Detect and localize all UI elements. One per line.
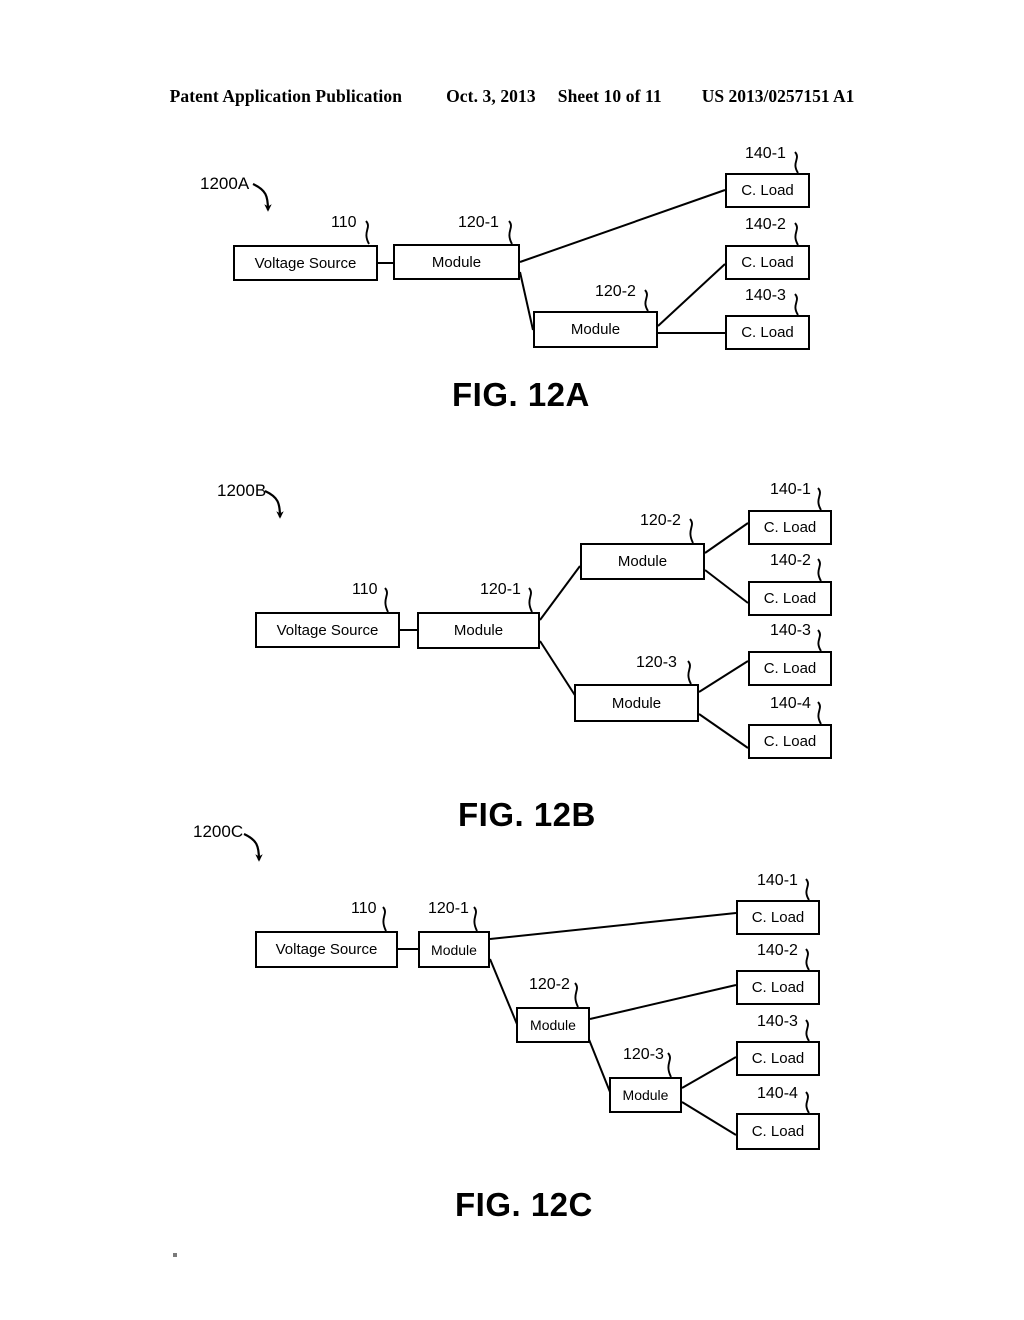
- fig12b-c-load-140-1-box[interactable]: C. Load: [748, 510, 832, 545]
- figure-caption-12a: FIG. 12A: [452, 376, 590, 413]
- node-label: C. Load: [741, 324, 794, 341]
- node-label: Module: [431, 253, 482, 271]
- ref-label-120-3: 120-3: [623, 1046, 664, 1063]
- ref-label-120-1: 120-1: [480, 581, 521, 598]
- ref-label-110: 110: [351, 900, 377, 917]
- ref-label-120-1: 120-1: [428, 900, 469, 917]
- fig12c-voltage-source-box[interactable]: Voltage Source: [255, 931, 398, 968]
- fig12a-c-load-140-1-box[interactable]: C. Load: [725, 173, 810, 208]
- node-label: C. Load: [741, 182, 794, 199]
- ref-label-140-3: 140-3: [770, 622, 811, 639]
- node-label: C. Load: [763, 660, 817, 677]
- header-publication-date: Oct. 3, 2013: [446, 86, 536, 106]
- system-label-1200a: 1200A: [200, 174, 250, 193]
- ref-label-120-2: 120-2: [595, 283, 636, 300]
- node-label: C. Load: [751, 1123, 805, 1140]
- ref-label-140-2: 140-2: [757, 942, 798, 959]
- ref-label-110: 110: [331, 214, 357, 231]
- fig12c-c-load-140-2-box[interactable]: C. Load: [736, 970, 820, 1005]
- fig12c-c-load-140-3-box[interactable]: C. Load: [736, 1041, 820, 1076]
- fig12a-module-120-2-box[interactable]: Module: [533, 311, 658, 348]
- node-label: C. Load: [751, 1050, 805, 1067]
- header-patent-number: US 2013/0257151 A1: [701, 86, 855, 106]
- node-label: Voltage Source: [254, 254, 357, 272]
- fig12a-voltage-source-box[interactable]: Voltage Source: [233, 245, 378, 281]
- node-label: Module: [431, 941, 477, 958]
- system-label-1200b: 1200B: [217, 481, 267, 500]
- scan-registration-mark: [173, 1253, 177, 1257]
- fig12b-module-120-2-box[interactable]: Module: [580, 543, 705, 580]
- ref-label-140-3: 140-3: [745, 287, 786, 304]
- ref-label-140-4: 140-4: [757, 1085, 798, 1102]
- fig12c-module-120-3-box[interactable]: Module: [609, 1077, 682, 1113]
- fig12b-c-load-140-3-box[interactable]: C. Load: [748, 651, 832, 686]
- fig12b-c-load-140-4-box[interactable]: C. Load: [748, 724, 832, 759]
- fig12c-module-120-1-box[interactable]: Module: [418, 931, 490, 968]
- ref-label-120-1: 120-1: [458, 214, 499, 231]
- ref-label-140-1: 140-1: [757, 872, 798, 889]
- system-label-1200c: 1200C: [193, 822, 244, 841]
- ref-label-140-3: 140-3: [757, 1013, 798, 1030]
- node-label: Voltage Source: [276, 621, 379, 639]
- node-label: C. Load: [751, 979, 805, 996]
- fig12c-module-120-2-box[interactable]: Module: [516, 1007, 590, 1043]
- node-label: Module: [622, 1087, 669, 1103]
- node-label: Module: [570, 321, 621, 338]
- node-label: Module: [453, 622, 504, 639]
- ref-label-140-1: 140-1: [770, 481, 811, 498]
- figure-caption-12b: FIG. 12B: [458, 796, 596, 833]
- ref-label-140-2: 140-2: [770, 552, 811, 569]
- node-label: C. Load: [763, 733, 817, 750]
- node-label: Module: [530, 1017, 576, 1033]
- ref-label-120-2: 120-2: [640, 512, 681, 529]
- fig12a-c-load-140-2-box[interactable]: C. Load: [725, 245, 810, 280]
- ref-label-140-2: 140-2: [745, 216, 786, 233]
- node-label: Module: [611, 694, 662, 712]
- page-header: Patent Application Publication Oct. 3, 2…: [0, 86, 1024, 112]
- diagram-line-art: [243, 151, 822, 1136]
- fig12c-c-load-140-1-box[interactable]: C. Load: [736, 900, 820, 935]
- node-label: Module: [617, 553, 668, 570]
- node-label: Voltage Source: [275, 941, 378, 958]
- ref-label-140-1: 140-1: [745, 145, 786, 162]
- figure-caption-12c: FIG. 12C: [455, 1186, 593, 1223]
- fig12b-module-120-1-box[interactable]: Module: [417, 612, 540, 649]
- fig12b-module-120-3-box[interactable]: Module: [574, 684, 699, 722]
- ref-label-120-2: 120-2: [529, 976, 570, 993]
- fig12c-c-load-140-4-box[interactable]: C. Load: [736, 1113, 820, 1150]
- node-label: C. Load: [763, 519, 817, 536]
- fig12a-c-load-140-3-box[interactable]: C. Load: [725, 315, 810, 350]
- header-publication-title: Patent Application Publication: [169, 86, 403, 106]
- header-sheet-number: Sheet 10 of 11: [557, 86, 662, 106]
- fig12a-module-120-1-box[interactable]: Module: [393, 244, 520, 280]
- fig12b-c-load-140-2-box[interactable]: C. Load: [748, 581, 832, 616]
- ref-label-140-4: 140-4: [770, 695, 811, 712]
- node-label: C. Load: [741, 254, 794, 271]
- fig12b-voltage-source-box[interactable]: Voltage Source: [255, 612, 400, 648]
- node-label: C. Load: [763, 590, 817, 607]
- ref-label-110: 110: [352, 581, 378, 598]
- node-label: C. Load: [751, 909, 805, 926]
- ref-label-120-3: 120-3: [636, 654, 677, 671]
